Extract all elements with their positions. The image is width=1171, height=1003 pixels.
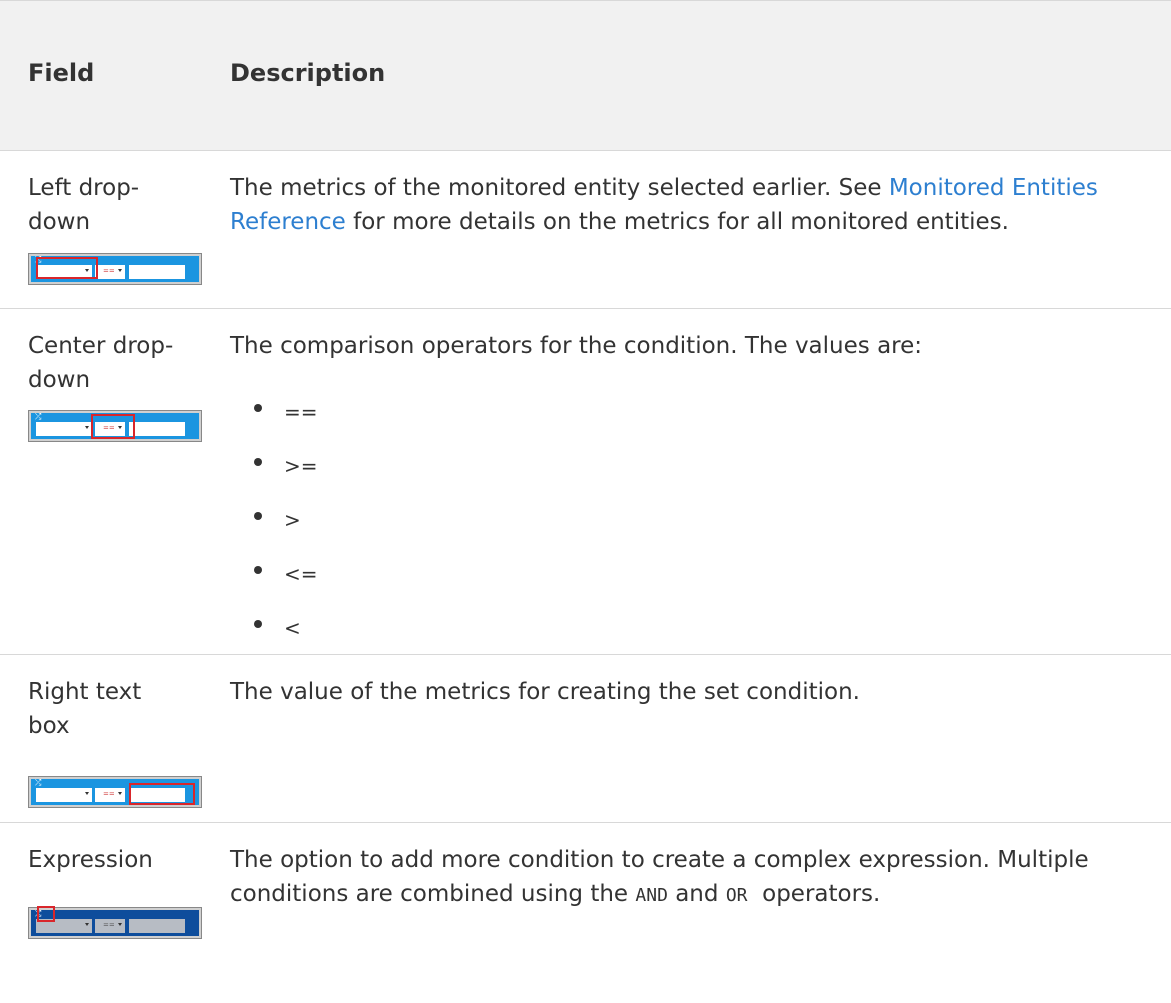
list-item: <= (254, 557, 318, 591)
table-row-expression: Expression ⤮ == The option to add more c… (0, 823, 1171, 1003)
highlight-box (91, 414, 135, 439)
shuffle-icon: ⤮ (35, 412, 42, 421)
table-row-center-dropdown: Center drop-down ⤮ == The comparison ope… (0, 309, 1171, 655)
code-or: OR (725, 885, 748, 906)
field-description: The option to add more condition to crea… (230, 847, 1089, 907)
highlight-box (37, 906, 55, 922)
field-label: Center drop-down (28, 333, 174, 393)
list-item: == (254, 395, 318, 429)
field-description: The comparison operators for the conditi… (230, 329, 1160, 649)
widget-thumbnail-expression: ⤮ == (28, 906, 202, 939)
widget-thumbnail-center: ⤮ == (28, 410, 202, 442)
field-description: The value of the metrics for creating th… (230, 679, 860, 705)
widget-thumbnail-left: ⤮ == (28, 253, 202, 285)
field-description: The metrics of the monitored entity sele… (230, 175, 1098, 235)
header-field: Field (28, 59, 95, 87)
highlight-box (36, 257, 98, 279)
shuffle-icon: ⤮ (35, 778, 42, 787)
list-item: < (254, 611, 301, 645)
table-header-row: Field Description (0, 0, 1171, 151)
field-label: Left drop-down (28, 175, 140, 235)
list-item: >= (254, 449, 318, 483)
table-row-left-dropdown: Left drop-down ⤮ == The metrics of the m… (0, 151, 1171, 309)
widget-thumbnail-right: ⤮ == (28, 776, 202, 808)
table-row-right-textbox: Right text box ⤮ == The value of the met… (0, 655, 1171, 823)
highlight-box (129, 783, 195, 805)
field-label: Expression (28, 847, 153, 873)
code-and: AND (635, 885, 668, 906)
list-item: > (254, 503, 301, 537)
header-description: Description (230, 59, 386, 87)
field-label: Right text box (28, 679, 142, 739)
